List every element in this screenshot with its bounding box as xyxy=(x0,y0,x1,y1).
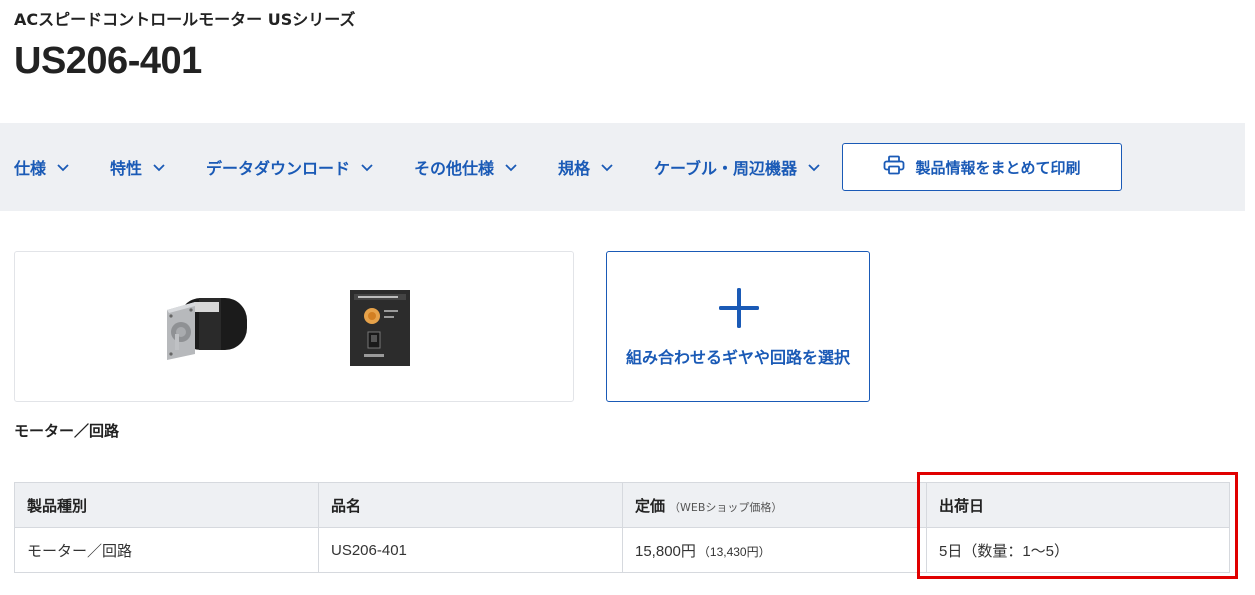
series-title: ACスピードコントロールモーター USシリーズ xyxy=(14,10,356,29)
table-header-row: 製品種別 品名 定価 （WEBショップ価格） 出荷日 xyxy=(14,482,1230,528)
cell-name: US206-401 xyxy=(318,527,623,573)
chevron-down-icon xyxy=(360,160,374,174)
column-header-price: 定価 （WEBショップ価格） xyxy=(622,482,927,528)
nav-item-other-spec[interactable]: その他仕様 xyxy=(414,155,518,179)
nav-item-spec[interactable]: 仕様 xyxy=(14,155,70,179)
product-spec-table: 製品種別 品名 定価 （WEBショップ価格） 出荷日 モーター／回路 US206-… xyxy=(14,482,1230,573)
cell-type: モーター／回路 xyxy=(14,527,319,573)
nav-item-label: 規格 xyxy=(558,159,591,178)
product-image-caption: モーター／回路 xyxy=(14,422,120,440)
print-product-info-button[interactable]: 製品情報をまとめて印刷 xyxy=(842,143,1122,191)
chevron-down-icon xyxy=(504,160,518,174)
nav-item-label: ケーブル・周辺機器 xyxy=(654,159,798,178)
nav-item-data-download[interactable]: データダウンロード xyxy=(206,155,374,179)
chevron-down-icon xyxy=(600,160,614,174)
motor-image xyxy=(165,292,260,366)
column-header-ship-date: 出荷日 xyxy=(926,482,1230,528)
price-header-note: （WEBショップ価格） xyxy=(669,500,783,514)
table-row: モーター／回路 US206-401 15,800円 （13,430円） 5日（数量… xyxy=(14,527,1230,573)
printer-icon xyxy=(883,155,905,179)
nav-item-label: その他仕様 xyxy=(414,159,495,178)
print-button-label: 製品情報をまとめて印刷 xyxy=(915,159,1081,177)
nav-item-cables[interactable]: ケーブル・周辺機器 xyxy=(654,155,821,179)
page-title: US206-401 xyxy=(14,40,202,82)
nav-item-label: 仕様 xyxy=(14,159,47,178)
nav-item-label: データダウンロード xyxy=(206,159,351,178)
plus-icon xyxy=(717,286,761,334)
select-gear-circuit-label: 組み合わせるギヤや回路を選択 xyxy=(625,348,850,367)
column-header-type: 製品種別 xyxy=(14,482,319,528)
product-image-card xyxy=(14,251,574,402)
chevron-down-icon xyxy=(152,160,166,174)
chevron-down-icon xyxy=(56,160,70,174)
speed-controller-image xyxy=(350,288,415,374)
cell-ship-date: 5日（数量：1〜5） xyxy=(926,527,1230,573)
nav-item-characteristics[interactable]: 特性 xyxy=(110,155,166,179)
column-header-name: 品名 xyxy=(318,482,623,528)
price-header-label: 定価 xyxy=(635,496,666,515)
nav-item-standards[interactable]: 規格 xyxy=(558,155,614,179)
web-price-value: （13,430円） xyxy=(697,544,771,559)
select-gear-circuit-button[interactable]: 組み合わせるギヤや回路を選択 xyxy=(606,251,870,402)
price-value: 15,800円 xyxy=(635,542,696,560)
product-nav: 仕様 特性 データダウンロード その他仕様 規格 ケーブル・周辺機器 製品情報を… xyxy=(0,123,1245,211)
chevron-down-icon xyxy=(807,160,821,174)
nav-item-label: 特性 xyxy=(110,159,143,178)
cell-price: 15,800円 （13,430円） xyxy=(622,527,927,573)
